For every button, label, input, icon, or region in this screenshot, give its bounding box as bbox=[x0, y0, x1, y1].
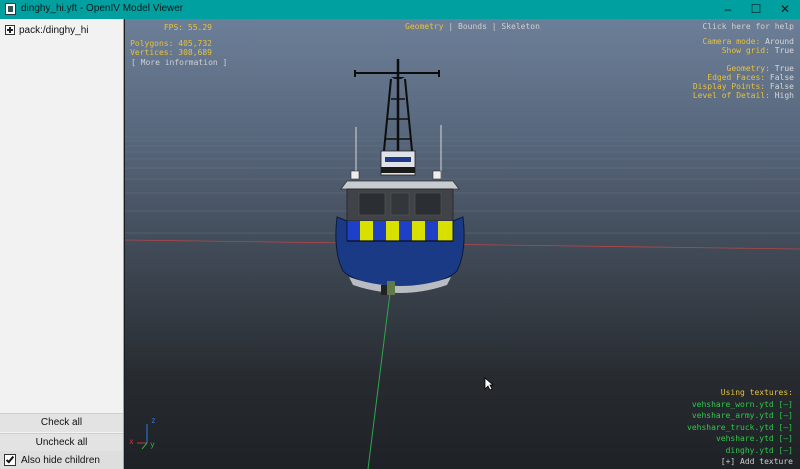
title-bar: dinghy_hi.yft - OpenIV Model Viewer – ☐ … bbox=[0, 0, 800, 19]
help-link[interactable]: Click here for help bbox=[702, 22, 794, 31]
show-grid-value[interactable]: True bbox=[775, 46, 794, 55]
axis-y-label: y bbox=[150, 440, 155, 449]
polygons-value: 405,732 bbox=[178, 39, 212, 48]
camera-mode-value[interactable]: Around bbox=[765, 37, 794, 46]
tree-item-label: pack:/dinghy_hi bbox=[19, 24, 89, 36]
checkbox-label: Also hide children bbox=[21, 454, 100, 466]
tab-bounds[interactable]: Bounds bbox=[458, 22, 487, 31]
boat-model bbox=[335, 59, 465, 295]
geometry-value[interactable]: True bbox=[775, 64, 794, 73]
window-title: dinghy_hi.yft - OpenIV Model Viewer bbox=[21, 3, 184, 14]
tab-skeleton[interactable]: Skeleton bbox=[501, 22, 540, 31]
tab-separator: | bbox=[491, 22, 497, 31]
textures-panel: Using textures: vehshare_worn.ytd [–] ve… bbox=[687, 387, 793, 468]
maximize-button[interactable]: ☐ bbox=[741, 0, 771, 19]
vertices-value: 308,689 bbox=[178, 48, 212, 57]
show-grid-label: Show grid: bbox=[721, 46, 770, 55]
tab-geometry[interactable]: Geometry bbox=[405, 22, 444, 31]
texture-item[interactable]: vehshare_truck.ytd [–] bbox=[687, 422, 793, 434]
checkbox-box[interactable] bbox=[4, 454, 16, 466]
uncheck-all-button[interactable]: Uncheck all bbox=[0, 433, 123, 452]
geometry-label: Geometry: bbox=[726, 64, 770, 73]
fps-value: 55.29 bbox=[187, 23, 212, 32]
lod-value[interactable]: High bbox=[775, 91, 794, 100]
more-information-link[interactable]: [ More information ] bbox=[131, 58, 227, 67]
polygons-label: Polygons: bbox=[130, 39, 174, 48]
expand-icon[interactable] bbox=[5, 25, 15, 35]
texture-item[interactable]: dinghy.ytd [–] bbox=[687, 445, 793, 457]
model-viewport[interactable]: FPS: 55.29 Polygons: 405,732 Vertices: 3… bbox=[125, 19, 800, 469]
edged-faces-label: Edged Faces: bbox=[707, 73, 766, 82]
close-button[interactable]: ✕ bbox=[770, 0, 800, 19]
tab-separator: | bbox=[448, 22, 454, 31]
texture-item[interactable]: vehshare.ytd [–] bbox=[687, 433, 793, 445]
texture-item[interactable]: vehshare_army.ytd [–] bbox=[687, 410, 793, 422]
also-hide-children-checkbox[interactable]: Also hide children bbox=[0, 451, 123, 469]
display-points-value[interactable]: False bbox=[770, 82, 794, 91]
add-texture-button[interactable]: [+] Add texture bbox=[687, 456, 793, 468]
battenburg-band bbox=[347, 221, 453, 241]
view-mode-tabs: Geometry | Bounds | Skeleton bbox=[405, 22, 540, 31]
camera-mode-label: Camera mode: bbox=[702, 37, 761, 46]
grid-z-axis bbox=[367, 268, 394, 469]
using-textures-label: Using textures: bbox=[720, 388, 793, 397]
model-tree-panel: pack:/dinghy_hi Check all Uncheck all Al… bbox=[0, 19, 124, 469]
vertices-label: Vertices: bbox=[130, 48, 174, 57]
axis-x-label: x bbox=[129, 437, 134, 446]
display-points-label: Display Points: bbox=[692, 82, 766, 91]
stats-panel: FPS: 55.29 Polygons: 405,732 Vertices: 3… bbox=[127, 23, 212, 57]
edged-faces-value[interactable]: False bbox=[770, 73, 794, 82]
texture-item[interactable]: vehshare_worn.ytd [–] bbox=[687, 399, 793, 411]
check-all-button[interactable]: Check all bbox=[0, 413, 123, 432]
lod-label: Level of Detail: bbox=[692, 91, 770, 100]
settings-panel: Camera mode: Around Show grid: True Geom… bbox=[693, 37, 794, 100]
mouse-cursor-icon bbox=[484, 377, 494, 391]
axis-z-label: z bbox=[151, 416, 156, 425]
axis-gizmo bbox=[137, 424, 148, 450]
minimize-button[interactable]: – bbox=[713, 0, 743, 19]
fps-label: FPS: bbox=[163, 23, 184, 32]
tree-item-root[interactable]: pack:/dinghy_hi bbox=[5, 23, 89, 37]
check-icon bbox=[5, 454, 15, 464]
app-icon bbox=[5, 3, 16, 15]
